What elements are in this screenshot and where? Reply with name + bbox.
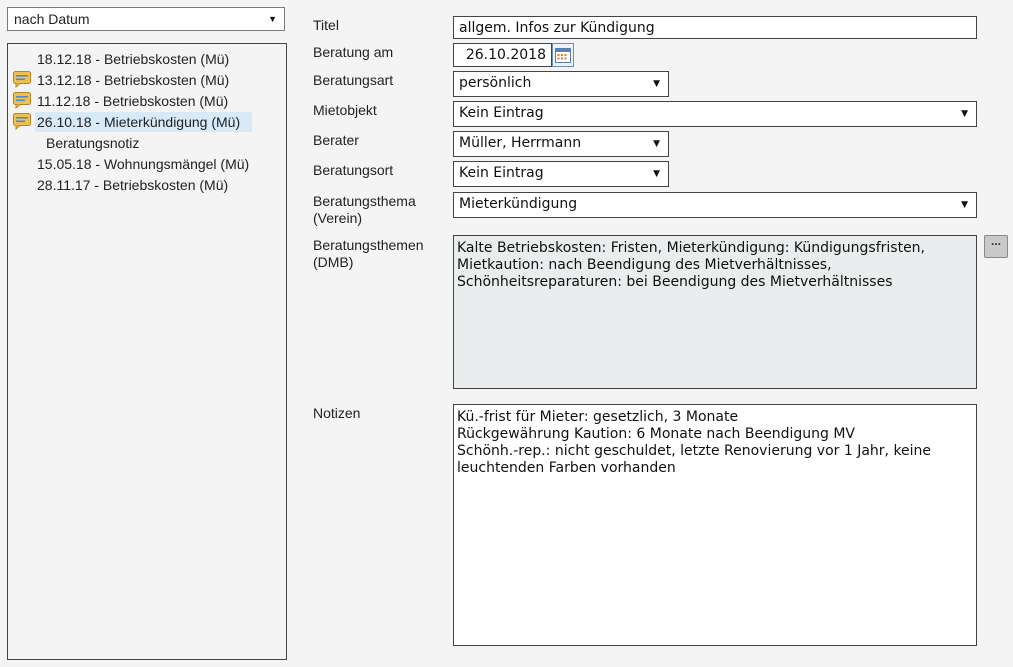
- caret-down-icon: ▼: [653, 169, 660, 179]
- ort-label: Beratungsort: [313, 162, 394, 178]
- berater-select[interactable]: Müller, Herrmann ▼: [453, 131, 669, 157]
- art-label: Beratungsart: [313, 72, 394, 88]
- themen-dmb-textarea: Kalte Betriebskosten: Fristen, Mieterkün…: [453, 235, 977, 389]
- notizen-textarea[interactable]: Kü.-frist für Mieter: gesetzlich, 3 Mona…: [453, 404, 977, 646]
- berater-label: Berater: [313, 132, 359, 148]
- thema-verein-label: Beratungsthema (Verein): [313, 193, 416, 226]
- tree-item-label: 18.12.18 - Betriebskosten (Mü): [37, 51, 230, 67]
- datum-input[interactable]: 26.10.2018: [453, 43, 552, 67]
- themen-dmb-edit-button[interactable]: ...: [984, 235, 1008, 258]
- caret-down-icon: ▼: [961, 109, 968, 119]
- calendar-icon[interactable]: [552, 43, 574, 67]
- ort-select[interactable]: Kein Eintrag ▼: [453, 161, 669, 187]
- tree-item-label: 26.10.18 - Mieterkündigung (Mü): [35, 112, 253, 132]
- caret-down-icon: ▼: [268, 14, 277, 24]
- datum-label: Beratung am: [313, 44, 394, 60]
- thema-verein-select[interactable]: Mieterkündigung ▼: [453, 192, 977, 218]
- notizen-label: Notizen: [313, 405, 361, 421]
- note-icon: [13, 92, 33, 110]
- sort-select-value: nach Datum: [14, 11, 90, 27]
- caret-down-icon: ▼: [961, 200, 968, 210]
- art-select[interactable]: persönlich ▼: [453, 71, 669, 97]
- tree-item[interactable]: 18.12.18 - Betriebskosten (Mü): [13, 49, 231, 69]
- tree-item[interactable]: 11.12.18 - Betriebskosten (Mü): [13, 91, 230, 111]
- caret-down-icon: ▼: [653, 79, 660, 89]
- mietobjekt-label: Mietobjekt: [313, 102, 377, 118]
- caret-down-icon: ▼: [653, 139, 660, 149]
- tree-item-label: 15.05.18 - Wohnungsmängel (Mü): [37, 156, 250, 172]
- mietobjekt-select-value: Kein Eintrag: [459, 105, 544, 121]
- titel-input[interactable]: allgem. Infos zur Kündigung: [453, 16, 977, 39]
- tree-item[interactable]: 28.11.17 - Betriebskosten (Mü): [13, 175, 230, 195]
- titel-label: Titel: [313, 17, 339, 33]
- tree-child-item[interactable]: Beratungsnotiz: [46, 133, 139, 153]
- tree-item-selected[interactable]: 26.10.18 - Mieterkündigung (Mü): [13, 112, 253, 132]
- art-select-value: persönlich: [459, 75, 532, 91]
- thema-verein-select-value: Mieterkündigung: [459, 196, 578, 212]
- tree-item-label: 28.11.17 - Betriebskosten (Mü): [37, 177, 229, 193]
- tree-item[interactable]: 13.12.18 - Betriebskosten (Mü): [13, 70, 231, 90]
- note-icon: [13, 71, 33, 89]
- themen-dmb-label: Beratungsthemen (DMB): [313, 237, 424, 270]
- tree-item[interactable]: 15.05.18 - Wohnungsmängel (Mü): [13, 154, 251, 174]
- ort-select-value: Kein Eintrag: [459, 165, 544, 181]
- tree-item-label: 13.12.18 - Betriebskosten (Mü): [37, 72, 230, 88]
- tree-item-label: 11.12.18 - Betriebskosten (Mü): [37, 93, 229, 109]
- berater-select-value: Müller, Herrmann: [459, 135, 582, 151]
- sort-select[interactable]: nach Datum ▼: [7, 7, 285, 31]
- consultation-tree[interactable]: 18.12.18 - Betriebskosten (Mü) 13.12.18 …: [7, 43, 287, 660]
- mietobjekt-select[interactable]: Kein Eintrag ▼: [453, 101, 977, 127]
- note-icon: [13, 113, 33, 131]
